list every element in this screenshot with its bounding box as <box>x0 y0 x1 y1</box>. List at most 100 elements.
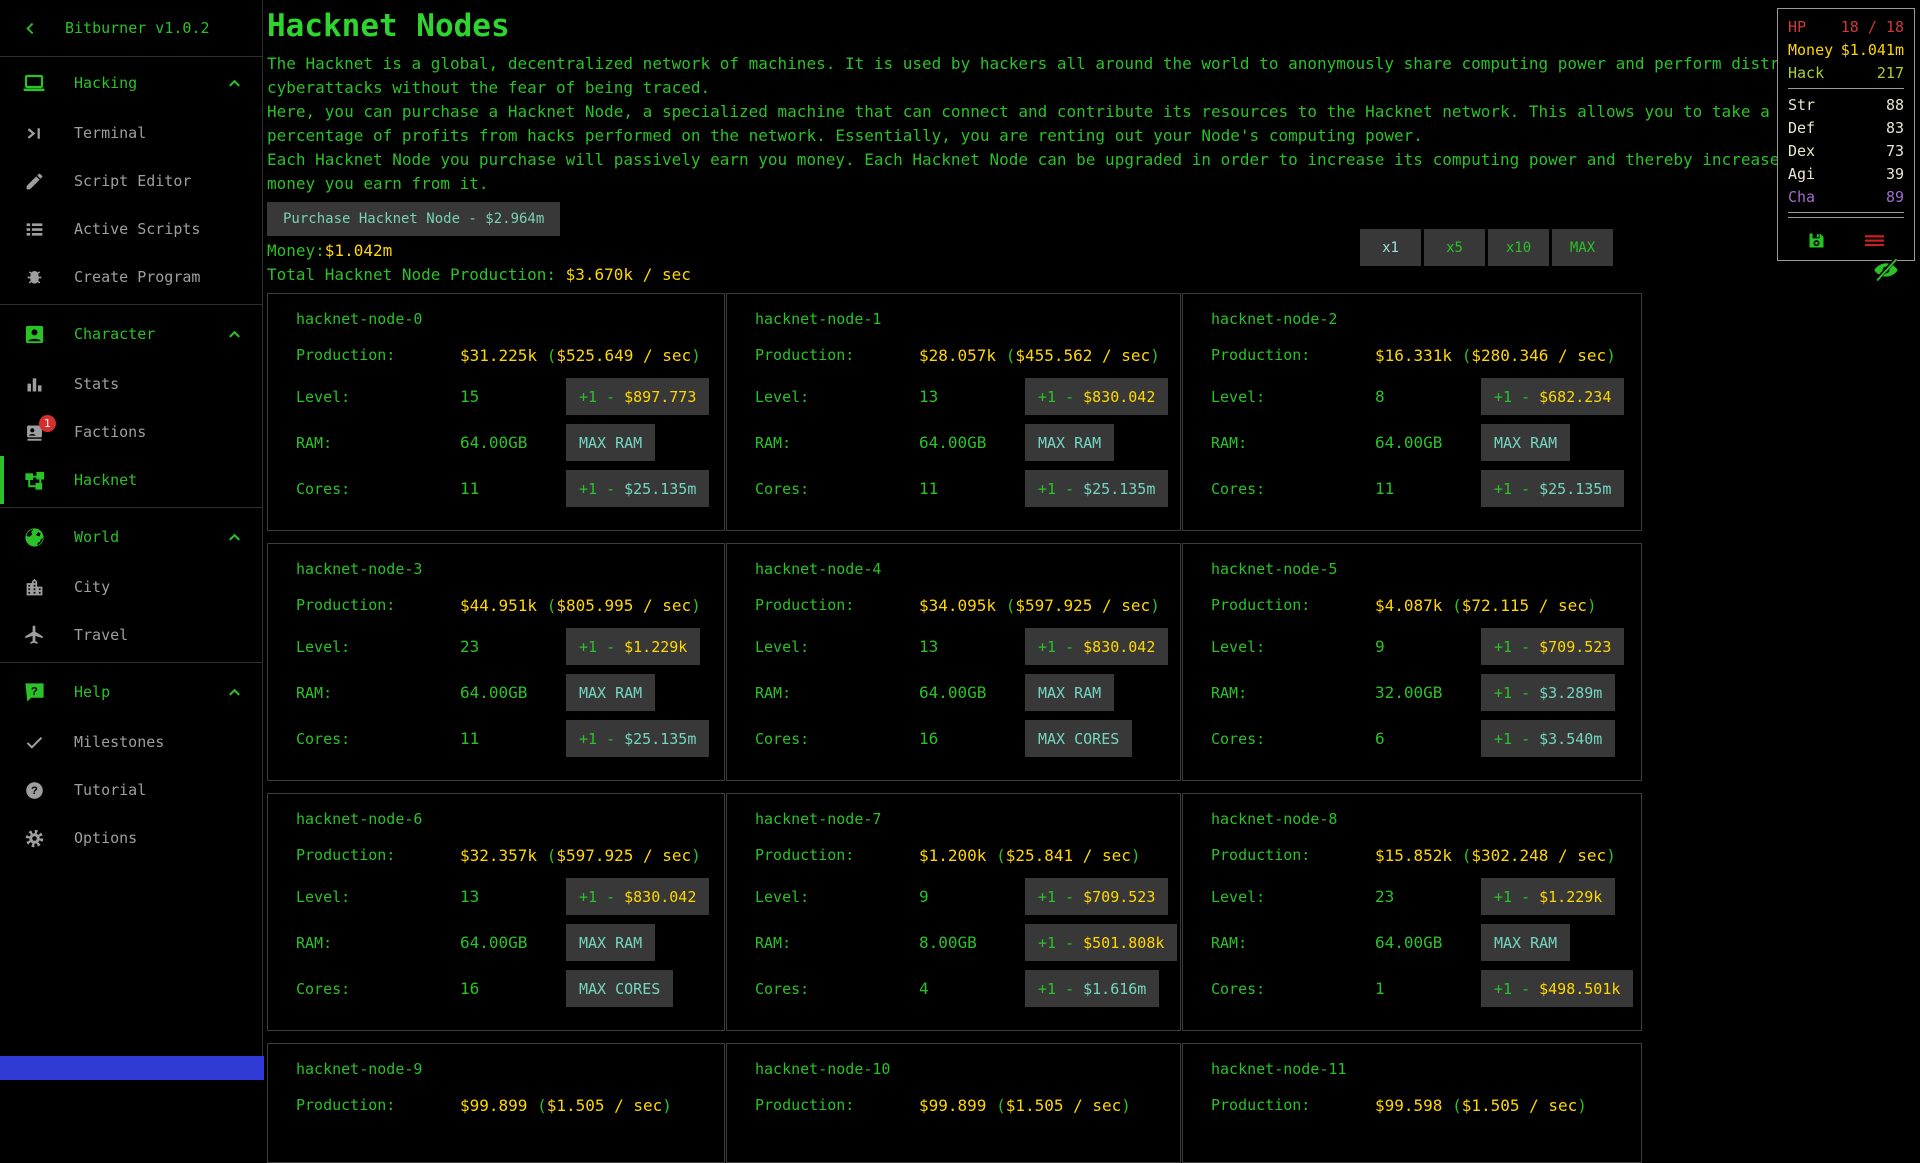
svg-text:?: ? <box>31 685 38 698</box>
max-ram-button[interactable]: MAX RAM <box>566 924 655 961</box>
sidebar-item-city[interactable]: City <box>0 563 262 611</box>
upgrade-ram-button[interactable]: +1 -$3.289m <box>1481 674 1615 711</box>
upgrade-level-button[interactable]: +1 -$1.229k <box>566 628 700 665</box>
hacknet-node-card: hacknet-node-7Production:$1.200k ($25.84… <box>726 793 1181 1031</box>
sidebar-item-script-editor[interactable]: Script Editor <box>0 157 262 205</box>
level-value: 8 <box>1375 387 1481 406</box>
sidebar-item-hacknet[interactable]: Hacknet <box>0 456 262 504</box>
ram-value: 8.00GB <box>919 933 1025 952</box>
multiplier-max-button[interactable]: MAX <box>1552 229 1613 266</box>
sidebar-item-active-scripts[interactable]: Active Scripts <box>0 205 262 253</box>
production-label: Production: <box>755 596 919 614</box>
sidebar-section-help[interactable]: ?Help <box>0 666 262 718</box>
description-paragraph: Each Hacknet Node you purchase will pass… <box>267 148 1869 196</box>
sidebar-item-label: City <box>74 578 110 596</box>
stat-value: $1.041m <box>1841 41 1904 59</box>
upgrade-level-button[interactable]: +1 -$709.523 <box>1025 878 1168 915</box>
upgrade-level-button[interactable]: +1 -$682.234 <box>1481 378 1624 415</box>
hacknet-page: Hacknet Nodes The Hacknet is a global, d… <box>264 0 1920 1080</box>
upgrade-cores-button[interactable]: +1 -$25.135m <box>1025 470 1168 507</box>
production-label: Production: <box>755 1096 919 1114</box>
production-value: $15.852k ($302.248 / sec) <box>1375 846 1616 865</box>
node-name: hacknet-node-7 <box>755 810 1152 828</box>
ram-value: 64.00GB <box>919 683 1025 702</box>
stat-label: Def <box>1788 119 1815 137</box>
level-label: Level: <box>755 888 919 906</box>
sidebar-item-milestones[interactable]: Milestones <box>0 718 262 766</box>
chevron-up-icon <box>225 325 244 344</box>
overview-row-hack: Hack217 <box>1788 61 1904 84</box>
node-name: hacknet-node-2 <box>1211 310 1613 328</box>
upgrade-ram-button[interactable]: +1 -$501.808k <box>1025 924 1177 961</box>
production-value: $99.598 ($1.505 / sec) <box>1375 1096 1613 1115</box>
production-value: $28.057k ($455.562 / sec) <box>919 346 1160 365</box>
max-ram-button[interactable]: MAX RAM <box>566 674 655 711</box>
upgrade-level-button[interactable]: +1 -$897.773 <box>566 378 709 415</box>
sidebar-section-hacking[interactable]: Hacking <box>0 57 262 109</box>
sidebar-item-label: Factions <box>74 423 146 441</box>
hacknet-node-card: hacknet-node-11Production:$99.598 ($1.50… <box>1182 1043 1642 1163</box>
level-label: Level: <box>296 638 460 656</box>
upgrade-level-button[interactable]: +1 -$709.523 <box>1481 628 1624 665</box>
stat-value: 39 <box>1886 165 1904 183</box>
hacknet-node-card: hacknet-node-1Production:$28.057k ($455.… <box>726 293 1181 531</box>
kill-scripts-icon[interactable] <box>1863 229 1886 252</box>
upgrade-cores-button[interactable]: +1 -$25.135m <box>566 720 709 757</box>
sidebar-item-terminal[interactable]: Terminal <box>0 109 262 157</box>
hacknet-node-card: hacknet-node-3Production:$44.951k ($805.… <box>267 543 725 781</box>
purchase-hacknet-node-button[interactable]: Purchase Hacknet Node - $2.964m <box>267 202 560 236</box>
overview-row-money: Money$1.041m <box>1788 38 1904 61</box>
overview-divider <box>1788 217 1904 218</box>
upgrade-level-button[interactable]: +1 -$830.042 <box>566 878 709 915</box>
multiplier-x10-button[interactable]: x10 <box>1488 229 1549 266</box>
multiplier-x5-button[interactable]: x5 <box>1424 229 1485 266</box>
max-ram-button[interactable]: MAX RAM <box>1481 424 1570 461</box>
ram-value: 64.00GB <box>1375 933 1481 952</box>
active-scripts-icon <box>24 219 45 240</box>
hacknet-node-card: hacknet-node-0Production:$31.225k ($525.… <box>267 293 725 531</box>
upgrade-cores-button[interactable]: +1 -$1.616m <box>1025 970 1159 1007</box>
max-cores-button[interactable]: MAX CORES <box>566 970 673 1007</box>
max-cores-button[interactable]: MAX CORES <box>1025 720 1132 757</box>
collapse-sidebar-button[interactable] <box>22 20 39 37</box>
production-value: $32.357k ($597.925 / sec) <box>460 846 701 865</box>
character-overview-panel: HP18 / 18Money$1.041mHack217Str88Def83De… <box>1777 8 1915 261</box>
eye-off-icon[interactable] <box>1872 256 1900 284</box>
stat-label: Hack <box>1788 64 1824 82</box>
cores-label: Cores: <box>755 480 919 498</box>
level-label: Level: <box>296 388 460 406</box>
ram-label: RAM: <box>1211 684 1375 702</box>
level-value: 13 <box>919 637 1025 656</box>
level-value: 23 <box>1375 887 1481 906</box>
sidebar-section-world[interactable]: World <box>0 511 262 563</box>
node-name: hacknet-node-11 <box>1211 1060 1613 1078</box>
cores-label: Cores: <box>1211 980 1375 998</box>
upgrade-cores-button[interactable]: +1 -$498.501k <box>1481 970 1633 1007</box>
multiplier-x1-button[interactable]: x1 <box>1360 229 1421 266</box>
save-icon[interactable] <box>1806 230 1827 251</box>
level-value: 13 <box>460 887 566 906</box>
sidebar-section-character[interactable]: Character <box>0 308 262 360</box>
hacknet-node-card: hacknet-node-8Production:$15.852k ($302.… <box>1182 793 1642 1031</box>
upgrade-cores-button[interactable]: +1 -$3.540m <box>1481 720 1615 757</box>
sidebar-item-tutorial[interactable]: ?Tutorial <box>0 766 262 814</box>
sidebar-item-label: Script Editor <box>74 172 191 190</box>
max-ram-button[interactable]: MAX RAM <box>1481 924 1570 961</box>
person-icon <box>23 323 46 346</box>
level-label: Level: <box>1211 888 1375 906</box>
sidebar-item-create-program[interactable]: Create Program <box>0 253 262 301</box>
upgrade-cores-button[interactable]: +1 -$25.135m <box>566 470 709 507</box>
max-ram-button[interactable]: MAX RAM <box>566 424 655 461</box>
upgrade-level-button[interactable]: +1 -$830.042 <box>1025 378 1168 415</box>
upgrade-level-button[interactable]: +1 -$1.229k <box>1481 878 1615 915</box>
upgrade-level-button[interactable]: +1 -$830.042 <box>1025 628 1168 665</box>
max-ram-button[interactable]: MAX RAM <box>1025 674 1114 711</box>
upgrade-cores-button[interactable]: +1 -$25.135m <box>1481 470 1624 507</box>
max-ram-button[interactable]: MAX RAM <box>1025 424 1114 461</box>
sidebar-item-factions[interactable]: 1Factions <box>0 408 262 456</box>
production-label: Production: <box>296 346 460 364</box>
sidebar-item-travel[interactable]: Travel <box>0 611 262 659</box>
sidebar-item-options[interactable]: Options <box>0 814 262 862</box>
overview-row-agi: Agi39 <box>1788 162 1904 185</box>
sidebar-item-stats[interactable]: Stats <box>0 360 262 408</box>
